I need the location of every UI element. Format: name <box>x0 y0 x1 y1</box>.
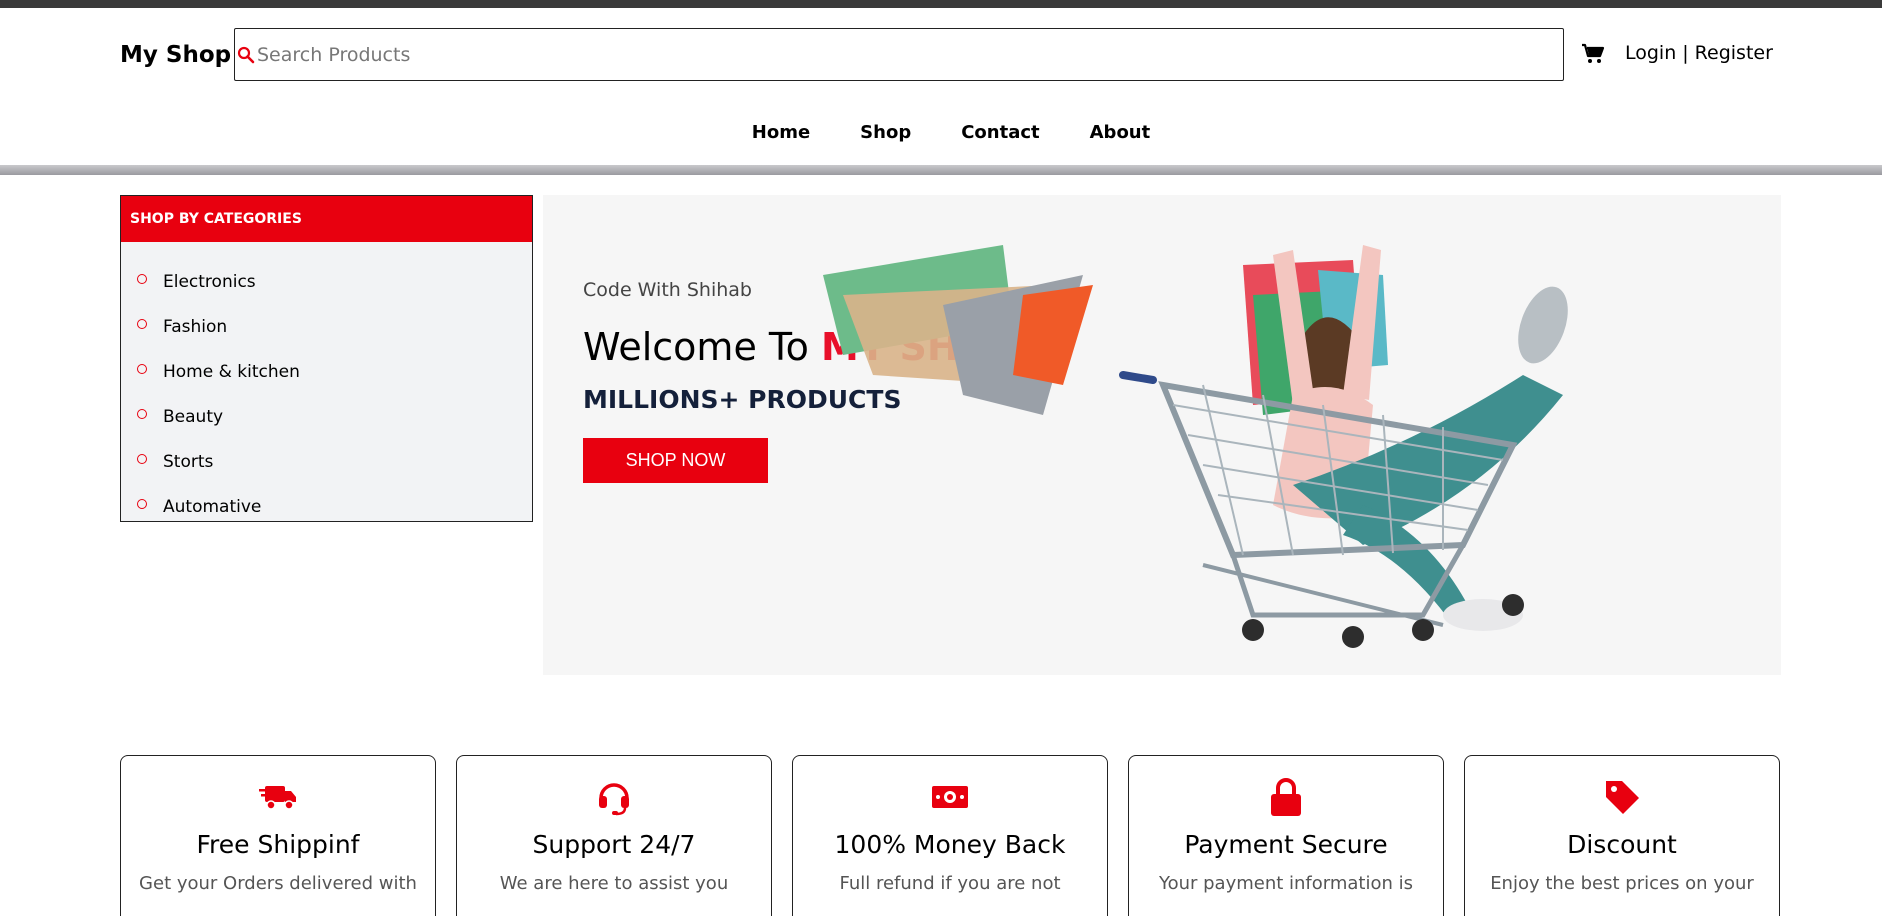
feature-title: Support 24/7 <box>532 830 696 859</box>
bullet-icon <box>137 318 147 329</box>
feature-title: 100% Money Back <box>834 830 1066 859</box>
category-item-automative[interactable]: Automative <box>121 484 532 529</box>
bullet-icon <box>137 273 147 284</box>
money-icon <box>929 776 971 818</box>
categories-panel: SHOP BY CATEGORIES Electronics Fashion H… <box>120 195 533 522</box>
feature-title: Free Shippinf <box>196 830 360 859</box>
category-item-electronics[interactable]: Electronics <box>121 259 532 304</box>
feature-description: We are here to assist you <box>499 873 729 894</box>
category-label: Home & kitchen <box>163 361 300 382</box>
nav-home[interactable]: Home <box>752 122 810 143</box>
feature-card-payment: Payment Secure Your payment information … <box>1128 755 1444 916</box>
headset-icon <box>593 776 635 818</box>
site-header: My Shop Login | Register Home Shop Conta… <box>0 8 1882 166</box>
category-item-sports[interactable]: Storts <box>121 439 532 484</box>
auth-separator: | <box>1682 42 1689 64</box>
nav-contact[interactable]: Contact <box>961 122 1039 143</box>
hero-banner: Code With Shihab Welcome To MY SHOP MILL… <box>543 195 1781 675</box>
category-label: Fashion <box>163 316 228 337</box>
tag-icon <box>1601 776 1643 818</box>
hero-shopping-illustration <box>823 245 1568 648</box>
feature-description: Full refund if you are not <box>839 873 1061 894</box>
feature-title: Discount <box>1567 830 1677 859</box>
search-input[interactable] <box>257 29 1563 80</box>
main-nav: Home Shop Contact About <box>0 122 1882 143</box>
feature-description: Enjoy the best prices on your <box>1490 873 1754 894</box>
feature-card-support: Support 24/7 We are here to assist you <box>456 755 772 916</box>
shop-now-button[interactable]: SHOP NOW <box>583 438 768 483</box>
top-accent-bar <box>0 0 1882 8</box>
categories-heading: SHOP BY CATEGORIES <box>121 196 532 242</box>
feature-description: Your payment information is <box>1158 873 1414 894</box>
bullet-icon <box>137 453 147 464</box>
category-item-beauty[interactable]: Beauty <box>121 394 532 439</box>
feature-description: Get your Orders delivered with <box>139 873 417 894</box>
nav-shop[interactable]: Shop <box>860 122 911 143</box>
feature-card-discount: Discount Enjoy the best prices on your <box>1464 755 1780 916</box>
bullet-icon <box>137 363 147 374</box>
login-link[interactable]: Login <box>1625 42 1676 64</box>
category-label: Beauty <box>163 406 224 427</box>
category-label: Storts <box>163 451 214 472</box>
header-divider <box>0 165 1882 175</box>
feature-card-money-back: 100% Money Back Full refund if you are n… <box>792 755 1108 916</box>
search-bar <box>234 28 1564 81</box>
hero-title-prefix: Welcome To <box>583 325 809 369</box>
feature-title: Payment Secure <box>1184 830 1388 859</box>
hero-subtitle: Code With Shihab <box>583 279 752 301</box>
truck-icon <box>257 776 299 818</box>
features-row: Free Shippinf Get your Orders delivered … <box>120 755 1781 916</box>
bullet-icon <box>137 498 147 509</box>
lock-icon <box>1265 776 1307 818</box>
bullet-icon <box>137 408 147 419</box>
category-item-fashion[interactable]: Fashion <box>121 304 532 349</box>
search-icon[interactable] <box>235 43 257 67</box>
category-item-home-kitchen[interactable]: Home & kitchen <box>121 349 532 394</box>
auth-links: Login | Register <box>1625 42 1773 64</box>
category-label: Automative <box>163 496 262 517</box>
site-logo[interactable]: My Shop <box>120 42 231 68</box>
feature-card-shipping: Free Shippinf Get your Orders delivered … <box>120 755 436 916</box>
categories-list: Electronics Fashion Home & kitchen Beaut… <box>121 242 532 529</box>
cart-icon[interactable] <box>1581 42 1605 66</box>
category-label: Electronics <box>163 271 256 292</box>
nav-about[interactable]: About <box>1090 122 1151 143</box>
register-link[interactable]: Register <box>1695 42 1773 64</box>
